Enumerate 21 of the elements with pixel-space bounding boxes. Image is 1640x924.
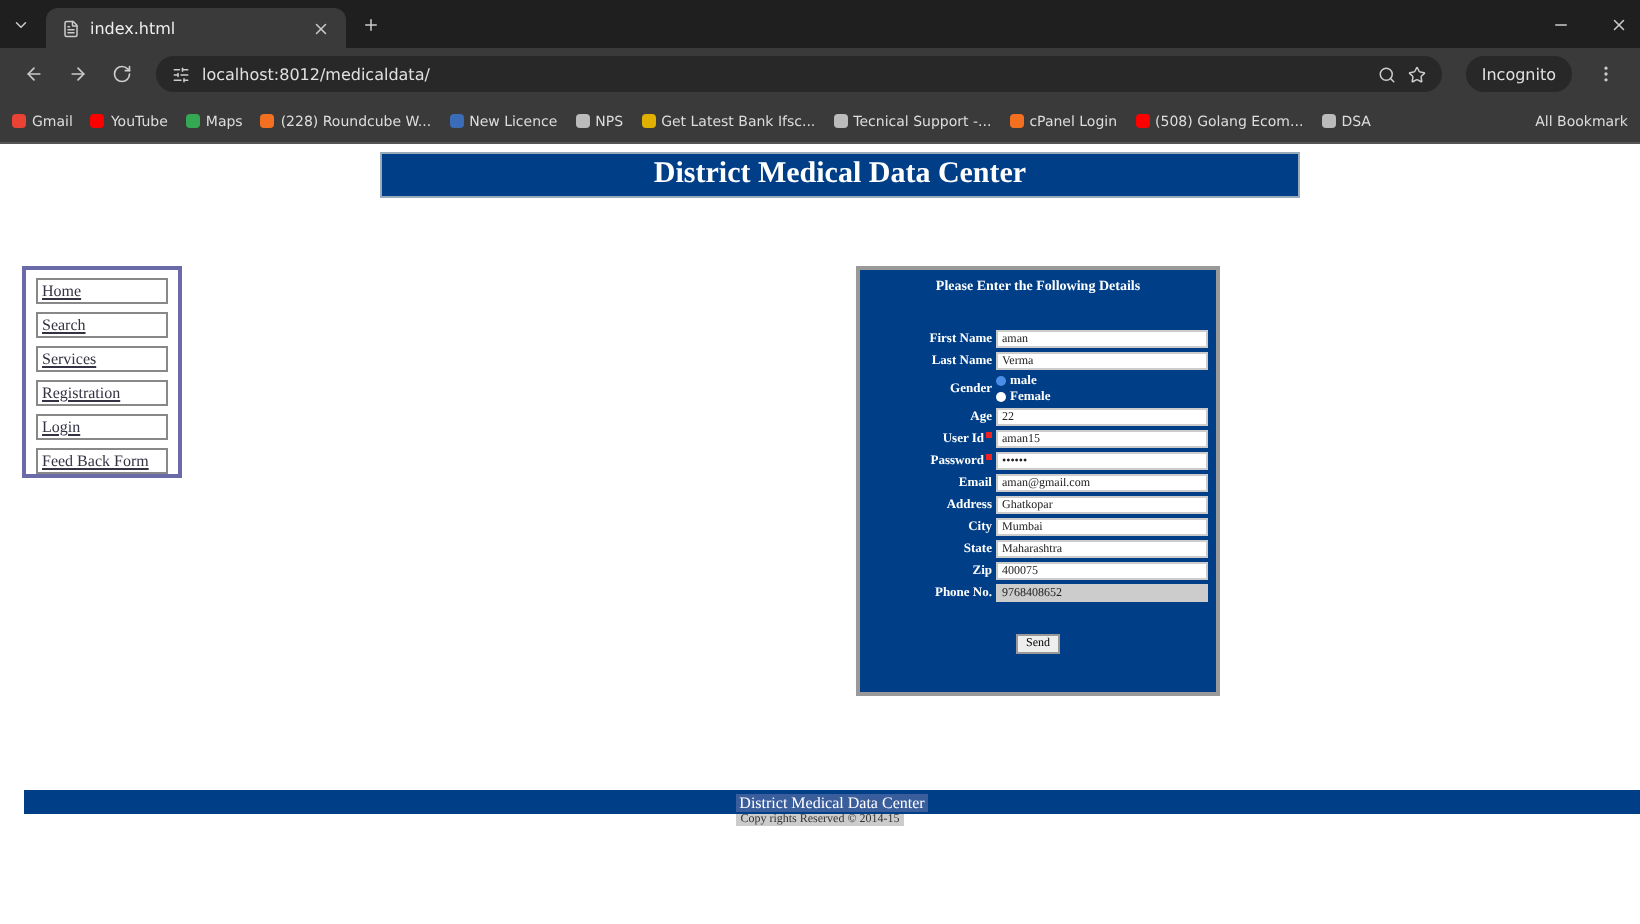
back-icon[interactable] [24,64,44,84]
new-tab-icon[interactable] [362,15,380,33]
browser-tab[interactable]: index.html [46,8,346,48]
zoom-icon [1377,65,1396,83]
forward-icon[interactable] [68,64,88,84]
nav-link[interactable]: Login [36,414,168,440]
close-icon[interactable] [312,19,330,37]
incognito-button[interactable]: Incognito [1465,56,1572,92]
nav-link[interactable]: Services [36,346,168,372]
page-header: District Medical Data Center [380,152,1300,198]
nav-link[interactable]: Registration [36,380,168,406]
page-icon [62,19,80,37]
close-window-icon[interactable] [1610,15,1628,33]
star-icon[interactable] [1407,65,1426,83]
tab-title: index.html [90,19,176,37]
nav-link[interactable]: Feed Back Form [36,448,168,474]
nav-link[interactable]: Search [36,312,168,338]
reload-icon[interactable] [112,64,132,84]
address-bar[interactable]: localhost:8012/medicaldata/ [156,56,1442,92]
footer-title: District Medical Data Center [735,793,929,811]
nav-link[interactable]: Home [36,278,168,304]
